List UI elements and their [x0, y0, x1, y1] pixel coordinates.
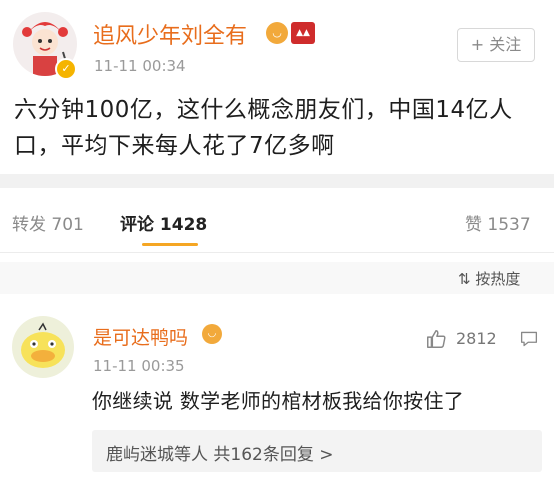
author-badges: ◡ ▲▲ — [266, 22, 315, 44]
sort-icon: ⇅ — [458, 270, 476, 288]
sort-by-hot-button[interactable]: ⇅ 按热度 — [458, 268, 520, 289]
tab-divider — [0, 252, 554, 253]
tab-repost[interactable]: 转发 701 — [12, 210, 84, 235]
sort-label: 按热度 — [475, 270, 521, 288]
emoji-badge-icon: ◡ — [202, 324, 222, 344]
tab-likes[interactable]: 赞 1537 — [465, 210, 531, 235]
active-tab-indicator — [142, 243, 198, 246]
comment-like-count: 2812 — [456, 329, 497, 348]
tab-comments[interactable]: 评论 1428 — [120, 210, 207, 235]
section-divider — [0, 174, 554, 188]
post-author-name[interactable]: 追风少年刘全有 — [93, 18, 247, 50]
commenter-avatar[interactable] — [12, 316, 74, 378]
cat-badge-icon: ▲▲ — [291, 22, 315, 44]
comment-timestamp: 11-11 00:35 — [93, 357, 185, 375]
emoji-badge-icon: ◡ — [266, 22, 288, 44]
comment-text: 你继续说 数学老师的棺材板我给你按住了 — [92, 389, 465, 413]
commenter-name[interactable]: 是可达鸭吗 — [93, 323, 188, 350]
replies-summary[interactable]: 鹿屿迷城等人 共162条回复 > — [106, 440, 334, 465]
follow-button[interactable]: + 关注 — [457, 28, 535, 62]
post-timestamp: 11-11 00:34 — [94, 57, 186, 75]
verified-icon: ✓ — [55, 58, 77, 80]
thumbs-up-icon[interactable] — [425, 328, 447, 350]
post-content: 六分钟100亿，这什么概念朋友们，中国14亿人口，平均下来每人花了7亿多啊 — [14, 97, 513, 159]
duck-avatar-icon — [21, 322, 65, 368]
comment-icon[interactable] — [519, 330, 539, 348]
